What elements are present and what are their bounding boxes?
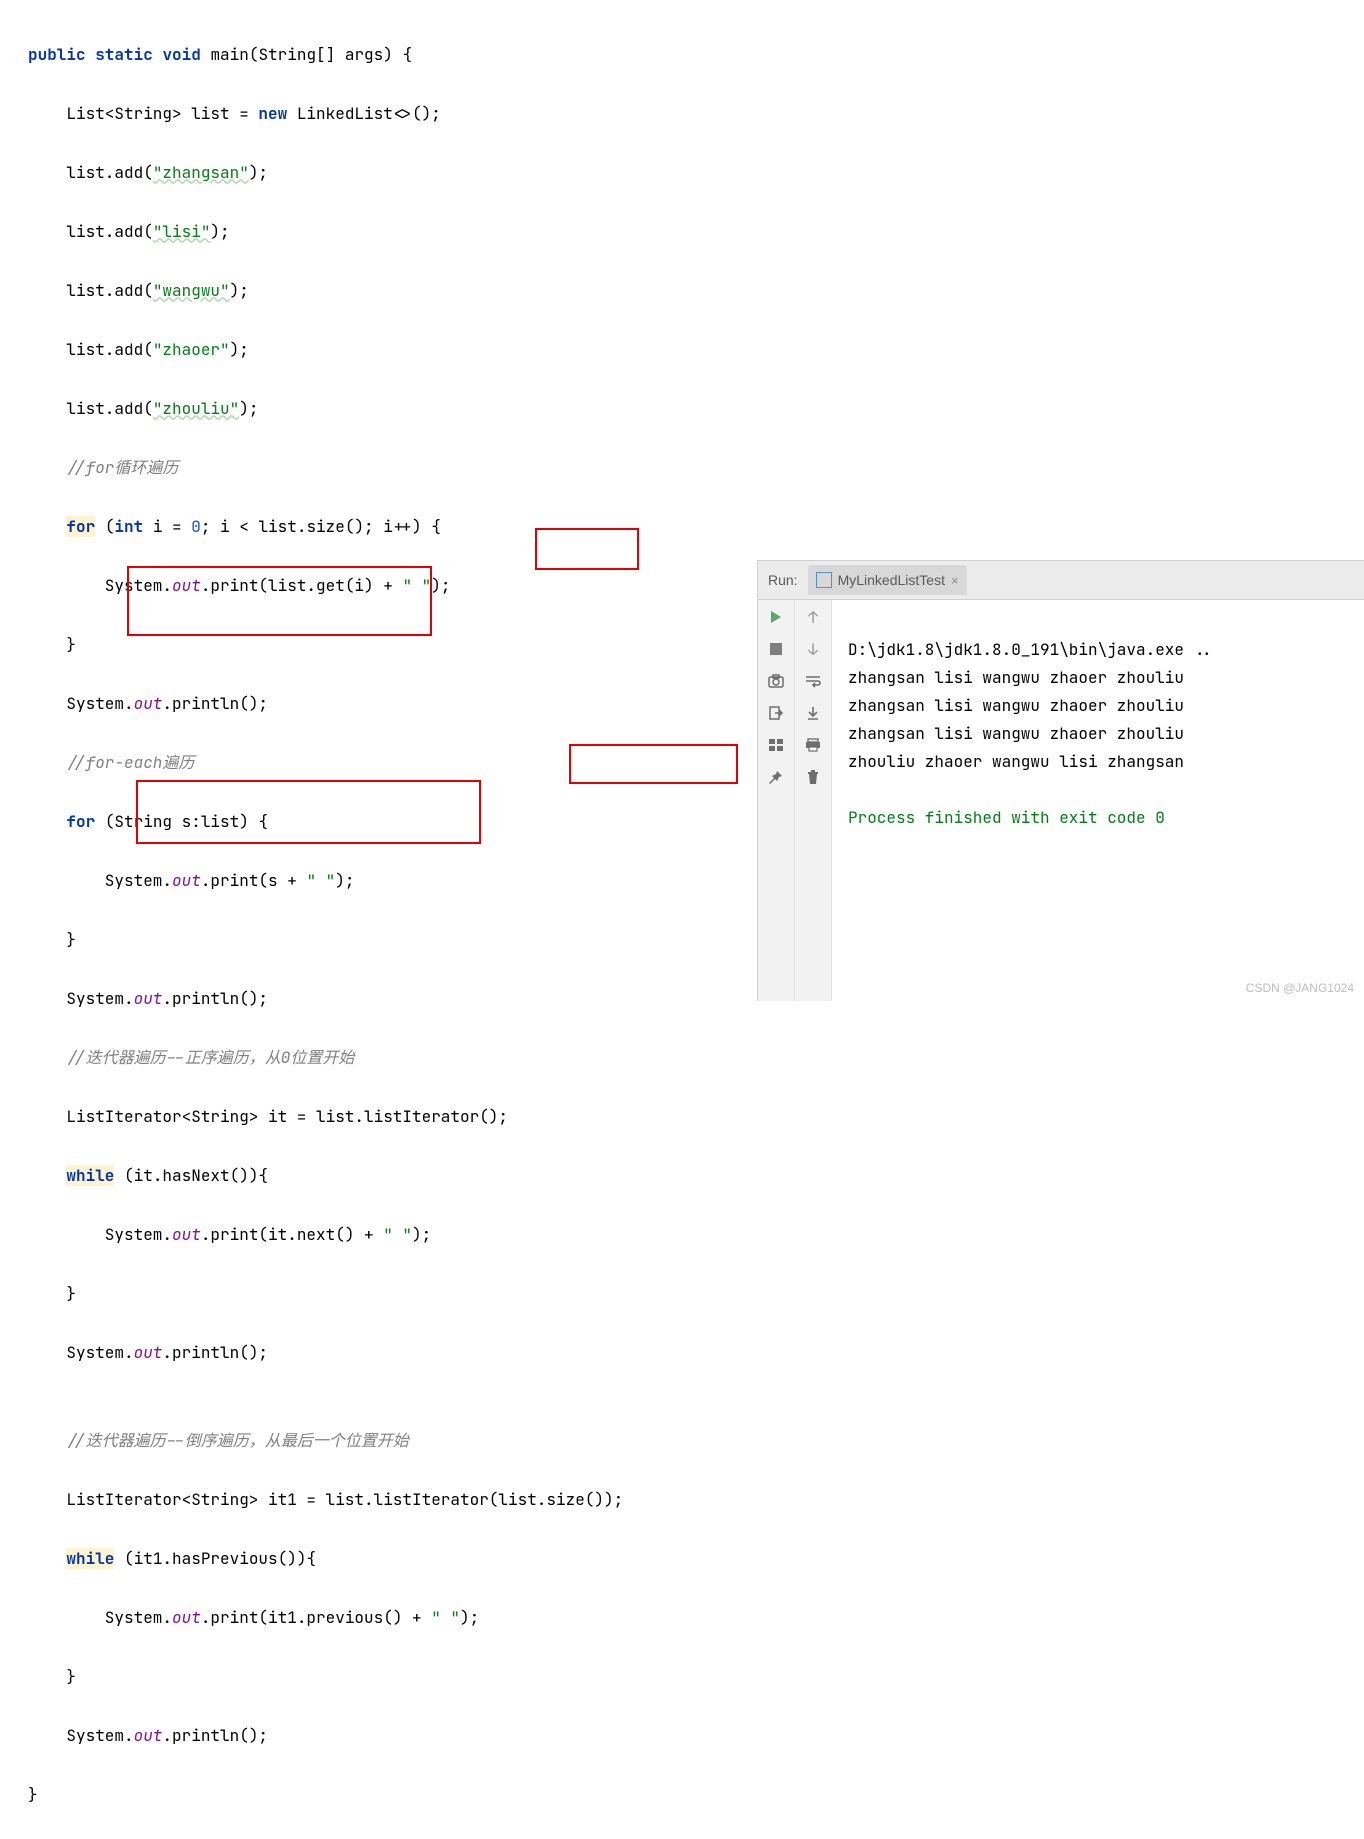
method-sig: main(String[] args) {: [210, 44, 412, 65]
code-line: while (it1.hasPrevious()){: [28, 1544, 778, 1574]
code-line: System.out.println();: [28, 984, 778, 1014]
run-body: ↑ ↓ D:\jdk1.8\jdk1.8.0_191\bin\java.exe …: [758, 600, 1364, 1001]
string-literal: " ": [431, 1607, 460, 1628]
code-line: //for-each遍历: [28, 748, 778, 778]
string-literal: " ": [402, 575, 431, 596]
code-line: }: [28, 1662, 778, 1692]
run-tab-name: MyLinkedListTest: [838, 572, 945, 588]
code-line: System.out.print(it1.previous() + " ");: [28, 1603, 778, 1633]
keyword-new: new: [258, 103, 287, 124]
code-line: System.out.print(s + " ");: [28, 866, 778, 896]
keyword-int: int: [114, 516, 143, 537]
layout-icon[interactable]: [767, 736, 785, 754]
stop-icon[interactable]: [767, 640, 785, 658]
code-line: System.out.println();: [28, 1338, 778, 1368]
output-line: zhangsan lisi wangwu zhaoer zhouliu: [848, 667, 1184, 688]
exit-icon[interactable]: [767, 704, 785, 722]
keyword-while: while: [66, 1165, 114, 1186]
code-line: list.add("zhaoer");: [28, 335, 778, 365]
code-line: }: [28, 1780, 778, 1810]
code-line: for (String s:list) {: [28, 807, 778, 837]
run-header: Run: MyLinkedListTest ×: [758, 561, 1364, 600]
code-line: //迭代器遍历--正序遍历，从0位置开始: [28, 1043, 778, 1073]
rerun-icon[interactable]: [767, 608, 785, 626]
scroll-to-end-icon[interactable]: [804, 704, 822, 722]
string-literal: "zhangsan": [153, 162, 249, 183]
code-line: System.out.println();: [28, 1721, 778, 1751]
code-line: //for循环遍历: [28, 453, 778, 483]
string-literal: "lisi": [153, 221, 211, 242]
console-output[interactable]: D:\jdk1.8\jdk1.8.0_191\bin\java.exe .. z…: [832, 600, 1364, 1001]
run-toolbar-inner: ↑ ↓: [795, 600, 832, 1001]
camera-icon[interactable]: [767, 672, 785, 690]
application-icon: [816, 572, 832, 588]
keyword-void: void: [162, 44, 200, 65]
field-out: out: [134, 1342, 163, 1363]
code-line: while (it.hasNext()){: [28, 1161, 778, 1191]
code-line: for (int i = 0; i < list.size(); i++) {: [28, 512, 778, 542]
keyword-for: for: [66, 516, 95, 537]
code-line: System.out.println();: [28, 689, 778, 719]
comment: //迭代器遍历--正序遍历，从0位置开始: [28, 1047, 354, 1068]
watermark: CSDN @JANG1024: [1246, 981, 1354, 995]
code-line: }: [28, 1279, 778, 1309]
soft-wrap-icon[interactable]: [804, 672, 822, 690]
output-line: zhangsan lisi wangwu zhaoer zhouliu: [848, 723, 1184, 744]
keyword-public: public: [28, 44, 86, 65]
pin-icon[interactable]: [767, 768, 785, 786]
field-out: out: [172, 870, 201, 891]
code-line: list.add("zhouliu");: [28, 394, 778, 424]
trash-icon[interactable]: [804, 768, 822, 786]
keyword-for: for: [66, 811, 95, 832]
field-out: out: [172, 1224, 201, 1245]
string-literal: "zhaoer": [153, 339, 230, 360]
string-literal: " ": [383, 1224, 412, 1245]
output-line: zhouliu zhaoer wangwu lisi zhangsan: [848, 751, 1184, 772]
comment: //for-each遍历: [28, 752, 194, 773]
code-line: }: [28, 925, 778, 955]
run-tool-window: Run: MyLinkedListTest ×: [757, 560, 1364, 1001]
output-line: zhangsan lisi wangwu zhaoer zhouliu: [848, 695, 1184, 716]
string-literal: "zhouliu": [153, 398, 239, 419]
field-out: out: [172, 1607, 201, 1628]
code-line: list.add("zhangsan");: [28, 158, 778, 188]
print-icon[interactable]: [804, 736, 822, 754]
code-line: //迭代器遍历--倒序遍历，从最后一个位置开始: [28, 1426, 778, 1456]
comment: //迭代器遍历--倒序遍历，从最后一个位置开始: [28, 1430, 409, 1451]
arrow-down-icon[interactable]: ↓: [804, 640, 822, 658]
number-literal: 0: [191, 516, 201, 537]
arrow-up-icon[interactable]: ↑: [804, 608, 822, 626]
exit-line: Process finished with exit code 0: [848, 807, 1165, 828]
code-line: ListIterator<String> it1 = list.listIter…: [28, 1485, 778, 1515]
run-toolbar-left: [758, 600, 795, 1001]
code-line: public static void main(String[] args) {: [28, 40, 778, 70]
run-tab[interactable]: MyLinkedListTest ×: [808, 565, 967, 595]
string-literal: "wangwu": [153, 280, 230, 301]
close-icon[interactable]: ×: [951, 573, 959, 588]
run-label: Run:: [768, 572, 798, 588]
code-line: }: [28, 630, 778, 660]
string-literal: " ": [306, 870, 335, 891]
field-out: out: [172, 575, 201, 596]
keyword-while: while: [66, 1548, 114, 1569]
code-line: ListIterator<String> it = list.listItera…: [28, 1102, 778, 1132]
code-line: System.out.print(list.get(i) + " ");: [28, 571, 778, 601]
code-editor[interactable]: public static void main(String[] args) {…: [0, 0, 778, 1839]
field-out: out: [134, 1725, 163, 1746]
code-line: list.add("wangwu");: [28, 276, 778, 306]
code-line: List<String> list = new LinkedList<>();: [28, 99, 778, 129]
output-line: D:\jdk1.8\jdk1.8.0_191\bin\java.exe ..: [848, 639, 1213, 660]
field-out: out: [134, 988, 163, 1009]
code-line: list.add("lisi");: [28, 217, 778, 247]
code-line: System.out.print(it.next() + " ");: [28, 1220, 778, 1250]
keyword-static: static: [95, 44, 153, 65]
field-out: out: [134, 693, 163, 714]
comment: //for循环遍历: [28, 457, 178, 478]
